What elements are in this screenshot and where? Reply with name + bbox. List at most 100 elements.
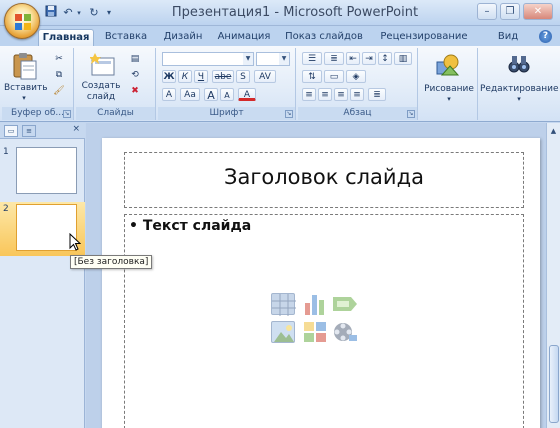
decrease-indent-icon[interactable]: ⇤	[346, 52, 360, 65]
align-text-icon[interactable]: ▭	[324, 70, 344, 83]
insert-chart-icon[interactable]	[303, 293, 327, 315]
layout-icon[interactable]: ▤	[128, 53, 142, 65]
tab-animation[interactable]: Анимация	[214, 29, 274, 46]
slide-number: 1	[3, 147, 9, 157]
format-painter-icon[interactable]: 🖌	[52, 85, 66, 97]
line-spacing-icon[interactable]: ↕	[378, 52, 392, 65]
delete-slide-icon[interactable]: ✖	[128, 85, 142, 97]
editing-group: Редактирование ▾	[480, 48, 559, 120]
mouse-cursor-icon	[69, 233, 81, 251]
insert-picture-icon[interactable]	[271, 321, 295, 343]
copy-icon[interactable]: ⧉	[52, 69, 66, 81]
outline-tab-icon[interactable]: ≡	[22, 125, 36, 137]
help-icon[interactable]: ?	[539, 30, 552, 43]
font-size-combo[interactable]: ▼	[256, 52, 290, 66]
insert-media-icon[interactable]	[333, 321, 357, 343]
clipboard-launcher-icon[interactable]: ↘	[63, 110, 71, 118]
grow-font-button[interactable]: A	[204, 88, 218, 102]
new-slide-icon[interactable]	[89, 52, 116, 82]
body-bullet[interactable]: • Текст слайда	[129, 218, 251, 234]
insert-table-icon[interactable]	[271, 293, 296, 316]
slide-canvas[interactable]: Заголовок слайда • Текст слайда	[102, 138, 540, 428]
font-launcher-icon[interactable]: ↘	[285, 110, 293, 118]
slides-group-label: Слайды	[76, 107, 155, 120]
undo-dropdown-icon[interactable]: ▾	[75, 5, 83, 21]
slide-thumbnail-row[interactable]: 1	[0, 145, 85, 199]
office-logo-icon	[15, 14, 31, 30]
redo-icon[interactable]: ↻	[88, 5, 100, 21]
editing-dropdown-icon[interactable]: ▾	[480, 94, 558, 105]
tab-design[interactable]: Дизайн	[158, 29, 208, 46]
reset-icon[interactable]: ⟲	[128, 69, 142, 81]
undo-icon[interactable]: ↶	[62, 5, 74, 21]
increase-indent-icon[interactable]: ⇥	[362, 52, 376, 65]
office-button[interactable]	[4, 3, 40, 39]
tab-slideshow[interactable]: Показ слайдов	[280, 29, 368, 46]
scroll-up-icon[interactable]: ▲	[548, 125, 559, 137]
slide-thumbnail[interactable]	[16, 147, 77, 194]
drawing-group: Рисование ▾	[420, 48, 478, 120]
font-group-label: Шрифт	[158, 107, 295, 120]
cut-icon[interactable]: ✂	[52, 53, 66, 65]
slide-thumbnail[interactable]	[16, 204, 77, 251]
paragraph-launcher-icon[interactable]: ↘	[407, 110, 415, 118]
close-icon[interactable]: ×	[72, 124, 80, 134]
new-slide-button[interactable]: Создать слайд	[78, 81, 124, 103]
smartart-icon[interactable]: ◈	[346, 70, 366, 83]
slides-panel: ▭ ≡ × 1 2	[0, 123, 85, 428]
font-color-button[interactable]: A	[238, 88, 256, 101]
tab-view[interactable]: Вид	[490, 29, 526, 46]
scrollbar-thumb[interactable]	[549, 345, 559, 423]
body-text: Текст слайда	[142, 218, 252, 234]
shapes-icon[interactable]	[436, 54, 460, 80]
clear-format-button[interactable]: A	[162, 88, 176, 101]
char-spacing-button[interactable]: AV	[254, 70, 276, 83]
ribbon: Вставить ▾ ✂ ⧉ 🖌 Буфер об... ↘ Создать с…	[0, 46, 560, 122]
paragraph-group: ☰ ≣ ⇤ ⇥ ↕ ▥ ⇅ ▭ ◈ ≡ ≡ ≡ ≡ ≣ Абзац ↘	[298, 48, 418, 120]
panel-tabs: ▭ ≡ ×	[0, 123, 85, 139]
paste-dropdown-icon[interactable]: ▾	[4, 93, 44, 104]
bullets-icon[interactable]: ☰	[302, 52, 322, 65]
tooltip: [Без заголовка]	[70, 255, 153, 269]
close-button[interactable]: ✕	[523, 3, 553, 20]
paragraph-group-label: Абзац	[298, 107, 417, 120]
slide-editing-area: Заголовок слайда • Текст слайда	[86, 123, 546, 428]
binoculars-icon[interactable]	[508, 54, 530, 78]
columns-icon[interactable]: ▥	[394, 52, 412, 65]
slides-tab-icon[interactable]: ▭	[4, 125, 18, 137]
qat-customize-icon[interactable]: ▾	[104, 5, 114, 21]
drawing-dropdown-icon[interactable]: ▾	[420, 94, 478, 105]
save-icon[interactable]	[44, 5, 58, 21]
clipboard-group: Вставить ▾ ✂ ⧉ 🖌 Буфер об... ↘	[2, 48, 74, 120]
title-placeholder[interactable]: Заголовок слайда	[124, 152, 524, 208]
tab-home[interactable]: Главная	[38, 29, 94, 46]
align-left-icon[interactable]: ≡	[302, 88, 316, 101]
justify-icon[interactable]: ≡	[350, 88, 364, 101]
italic-button[interactable]: К	[178, 70, 192, 83]
content-placeholder[interactable]: • Текст слайда	[124, 214, 524, 428]
numbering-icon[interactable]: ≣	[324, 52, 344, 65]
slide-title[interactable]: Заголовок слайда	[125, 165, 523, 189]
align-center-icon[interactable]: ≡	[318, 88, 332, 101]
title-bar: ↶ ▾ ↻ ▾ Презентация1 - Microsoft PowerPo…	[0, 0, 560, 26]
underline-button[interactable]: Ч	[194, 70, 208, 83]
shrink-font-button[interactable]: A	[220, 88, 234, 101]
tab-review[interactable]: Рецензирование	[374, 29, 474, 46]
strikethrough-button[interactable]: abe	[212, 70, 234, 83]
minimize-button[interactable]: –	[477, 3, 497, 20]
tab-insert[interactable]: Вставка	[100, 29, 152, 46]
font-name-combo[interactable]: ▼	[162, 52, 254, 66]
shadow-button[interactable]: S	[236, 70, 250, 83]
insert-clipart-icon[interactable]	[303, 321, 327, 343]
paste-icon[interactable]	[12, 52, 38, 84]
distribute-icon[interactable]: ≣	[368, 88, 386, 101]
vertical-scrollbar[interactable]: ▲	[546, 123, 560, 428]
text-direction-icon[interactable]: ⇅	[302, 70, 322, 83]
align-right-icon[interactable]: ≡	[334, 88, 348, 101]
bold-button[interactable]: Ж	[162, 70, 176, 83]
chevron-down-icon: ▼	[279, 53, 289, 65]
restore-button[interactable]: ❐	[500, 3, 520, 20]
window-title: Презентация1 - Microsoft PowerPoint	[171, 5, 419, 20]
change-case-button[interactable]: Aa	[180, 88, 200, 101]
insert-smartart-icon[interactable]	[333, 293, 357, 315]
